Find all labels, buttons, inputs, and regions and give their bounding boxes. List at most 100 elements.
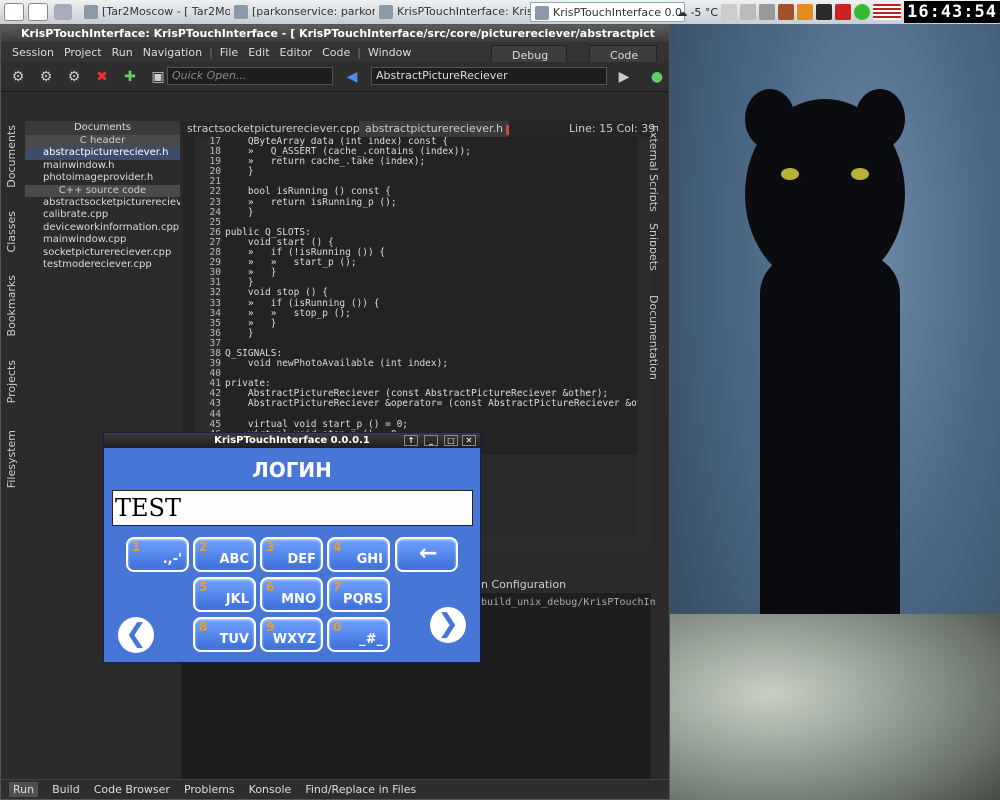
menu-run[interactable]: Run	[107, 46, 138, 59]
key-5[interactable]: 5 JKL	[193, 577, 256, 612]
code-editor[interactable]: 17 18 19 20 21 22 23 24 25 26 27 28 29 30 31 32 33 34 35 36…	[183, 137, 638, 455]
task-krisp-ide[interactable]: KrisPTouchInterface: KrisPT...	[375, 2, 530, 22]
desktop-switcher-icon[interactable]	[4, 3, 24, 21]
keep-above-icon[interactable]: ↑	[404, 435, 418, 446]
code-line[interactable]: }	[225, 167, 638, 177]
task-tar2moscow[interactable]: [Tar2Moscow - [ Tar2Mosco...	[80, 2, 230, 22]
execute-icon[interactable]: ⚙	[35, 66, 57, 88]
menu-project[interactable]: Project	[59, 46, 107, 59]
bottom-tab-run[interactable]: Run	[9, 782, 39, 797]
close-icon[interactable]: ✕	[506, 125, 509, 135]
code-line[interactable]: » return isRunning_p ();	[225, 197, 638, 208]
key-0[interactable]: 0 _#_	[327, 617, 390, 652]
key-4[interactable]: 4 GHI	[327, 537, 390, 572]
key-2[interactable]: 2 ABC	[193, 537, 256, 572]
menu-code[interactable]: Code	[317, 46, 355, 59]
quick-open-input[interactable]: Quick Open...	[167, 67, 333, 85]
task-krisp-app[interactable]: KrisPTouchInterface 0.0.0.1	[530, 2, 685, 22]
login-field[interactable]: TEST	[112, 490, 473, 526]
package-icon[interactable]	[778, 4, 795, 20]
file-item[interactable]: photoimageprovider.h	[25, 172, 180, 185]
monitor-icon[interactable]	[816, 4, 833, 20]
clock[interactable]: 16:43:54	[904, 1, 1000, 23]
menu-file[interactable]: File	[215, 46, 243, 59]
key-9[interactable]: 9 WXYZ	[260, 617, 323, 652]
bottom-tab-code-browser[interactable]: Code Browser	[94, 783, 170, 796]
tab-filesystem[interactable]: Filesystem	[5, 430, 18, 488]
new-file-icon[interactable]: ✚	[119, 66, 141, 88]
code-text[interactable]: QByteArray data (int index) const { » Q_…	[225, 137, 638, 450]
volume-icon[interactable]	[759, 4, 776, 20]
tab-documents[interactable]: Documents	[5, 125, 18, 188]
bottom-tab-konsole[interactable]: Konsole	[249, 783, 292, 796]
code-line[interactable]: AbstractPictureReciever &operator= (cons…	[225, 399, 638, 409]
weather-icon[interactable]: ☁	[676, 6, 687, 19]
network-icon[interactable]	[721, 4, 738, 20]
rss-icon[interactable]	[797, 4, 814, 20]
key-7[interactable]: 7 PQRS	[327, 577, 390, 612]
save-icon[interactable]: ▣	[147, 66, 169, 88]
code-line[interactable]: » » stop_p ();	[225, 308, 638, 319]
group-c-header[interactable]: C header	[25, 135, 180, 147]
editor-tab[interactable]: abstractpicturereciever.h✕	[359, 121, 509, 137]
ide-titlebar[interactable]: KrisPTouchInterface: KrisPTouchInterface…	[1, 25, 669, 42]
stop-icon[interactable]: ✖	[91, 66, 113, 88]
editor-vertical-scrollbar[interactable]	[638, 137, 650, 537]
back-arrow-icon[interactable]: ❮	[118, 617, 154, 653]
file-item[interactable]: deviceworkinformation.cpp	[25, 222, 180, 235]
minimize-icon[interactable]: _	[424, 435, 438, 446]
file-item[interactable]: abstractsocketpicturereciever.cpp	[25, 197, 180, 210]
code-line[interactable]: void stop () {	[225, 288, 638, 298]
menu-editor[interactable]: Editor	[275, 46, 318, 59]
back-arrow-icon[interactable]: ◀	[341, 66, 363, 88]
file-item[interactable]: mainwindow.cpp	[25, 234, 180, 247]
code-line[interactable]: void newPhotoAvailable (int index);	[225, 358, 638, 369]
maximize-icon[interactable]: □	[444, 435, 458, 446]
red-app-icon[interactable]	[835, 4, 852, 20]
code-line[interactable]: » » start_p ();	[225, 258, 638, 268]
code-line[interactable]	[225, 339, 638, 349]
bottom-tab-problems[interactable]: Problems	[184, 783, 235, 796]
menu-navigation[interactable]: Navigation	[138, 46, 207, 59]
group-cpp-source[interactable]: C++ source code	[25, 184, 180, 197]
code-line[interactable]: }	[225, 207, 638, 218]
code-line[interactable]: » }	[225, 318, 638, 329]
menu-session[interactable]: Session	[7, 46, 59, 59]
editor-tab[interactable]: stractsocketpicturereciever.cpp✕	[181, 121, 359, 137]
backspace-button[interactable]: ←	[395, 537, 458, 572]
bottom-tab-build[interactable]: Build	[52, 783, 80, 796]
configure-icon[interactable]: ⚙	[7, 66, 29, 88]
file-item[interactable]: testmodereciever.cpp	[25, 259, 180, 272]
menu-edit[interactable]: Edit	[243, 46, 274, 59]
close-icon[interactable]: ✕	[462, 435, 476, 446]
next-arrow-icon[interactable]: ❯	[430, 607, 466, 643]
code-line[interactable]	[225, 369, 638, 379]
class-selector[interactable]: AbstractPictureReciever	[371, 67, 607, 85]
tab-bookmarks[interactable]: Bookmarks	[5, 275, 18, 336]
checkmark-icon[interactable]	[854, 4, 871, 20]
dialog-titlebar[interactable]: KrisPTouchInterface 0.0.0.1 ↑ _ □ ✕	[104, 433, 480, 448]
us-flag-icon[interactable]	[873, 4, 902, 20]
show-desktop-icon[interactable]	[54, 4, 72, 20]
key-8[interactable]: 8 TUV	[193, 617, 256, 652]
key-1[interactable]: 1 .,-'	[126, 537, 189, 572]
desktop-switcher-icon[interactable]	[28, 3, 48, 21]
file-item[interactable]: calibrate.cpp	[25, 209, 180, 222]
forward-arrow-icon[interactable]: ▶	[613, 66, 635, 88]
key-6[interactable]: 6 MNO	[260, 577, 323, 612]
mixer-icon[interactable]	[740, 4, 757, 20]
code-line[interactable]: » return cache_.take (index);	[225, 157, 638, 167]
lightbulb-icon[interactable]: ●	[646, 66, 668, 88]
task-parkonservice[interactable]: [parkonservice: parkonservi...	[230, 2, 375, 22]
file-item[interactable]: abstractpicturereciever.h	[25, 147, 180, 160]
code-line[interactable]: » }	[225, 268, 638, 278]
bottom-tab-find-replace[interactable]: Find/Replace in Files	[305, 783, 416, 796]
file-item[interactable]: mainwindow.h	[25, 160, 180, 173]
build-icon[interactable]: ⚙	[63, 66, 85, 88]
tab-projects[interactable]: Projects	[5, 360, 18, 403]
code-line[interactable]: }	[225, 328, 638, 339]
tab-classes[interactable]: Classes	[5, 211, 18, 252]
file-item[interactable]: socketpicturereciever.cpp	[25, 247, 180, 260]
menu-window[interactable]: Window	[363, 46, 416, 59]
key-3[interactable]: 3 DEF	[260, 537, 323, 572]
